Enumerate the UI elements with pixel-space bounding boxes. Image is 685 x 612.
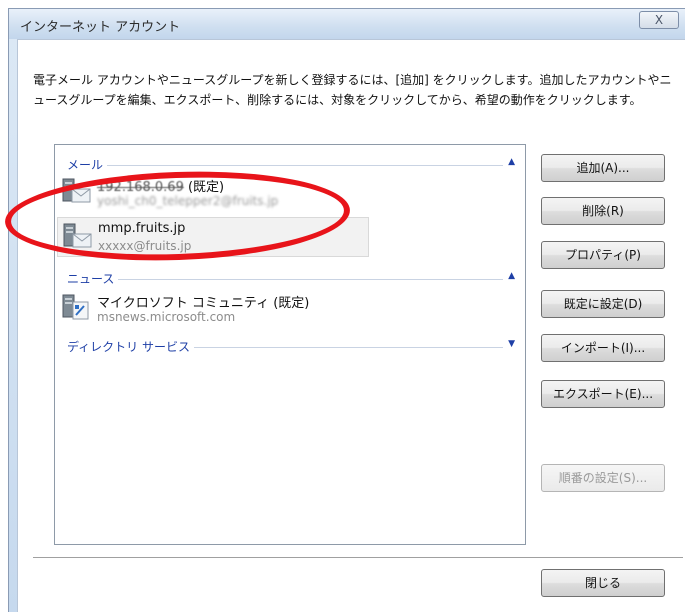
- add-button[interactable]: 追加(A)...: [541, 154, 665, 182]
- account-name: 192.168.0.69 (既定): [97, 180, 225, 195]
- mail-server-icon: [62, 178, 91, 203]
- group-label-directory: ディレクトリ サービス: [67, 338, 194, 355]
- account-name: mmp.fruits.jp: [98, 221, 186, 236]
- group-header-news[interactable]: ニュース ▲: [55, 269, 525, 289]
- internet-accounts-dialog: インターネット アカウント X 電子メール アカウントやニュースグループを新しく…: [8, 8, 685, 612]
- news-server-icon: [62, 294, 89, 320]
- account-item-mail-2[interactable]: mmp.fruits.jp xxxxx@fruits.jp: [57, 217, 369, 257]
- set-default-button[interactable]: 既定に設定(D): [541, 290, 665, 318]
- account-address: msnews.microsoft.com: [97, 310, 236, 324]
- group-divider: [67, 279, 503, 280]
- title-bar: インターネット アカウント X: [9, 9, 685, 39]
- chevron-up-icon[interactable]: ▲: [508, 271, 515, 281]
- close-icon: X: [654, 13, 664, 27]
- group-header-directory[interactable]: ディレクトリ サービス ▼: [55, 337, 525, 357]
- close-window-button[interactable]: X: [639, 11, 679, 29]
- chevron-up-icon[interactable]: ▲: [508, 157, 515, 167]
- account-list[interactable]: メール ▲ 192.168.0.69 (既定) yoshi_ch0_telepp…: [54, 144, 526, 545]
- mail-server-icon: [63, 223, 92, 248]
- account-address: yoshi_ch0_telepper2@fruits.jp: [97, 194, 279, 208]
- set-order-button[interactable]: 順番の設定(S)...: [541, 464, 665, 492]
- group-header-mail[interactable]: メール ▲: [55, 155, 525, 175]
- export-button[interactable]: エクスポート(E)...: [541, 380, 665, 408]
- remove-button[interactable]: 削除(R): [541, 197, 665, 225]
- account-item-mail-1[interactable]: 192.168.0.69 (既定) yoshi_ch0_telepper2@fr…: [57, 173, 369, 213]
- properties-button[interactable]: プロパティ(P): [541, 241, 665, 269]
- dialog-body: 電子メール アカウントやニュースグループを新しく登録するには、[追加] をクリッ…: [17, 39, 685, 612]
- close-button[interactable]: 閉じる: [541, 569, 665, 597]
- import-button[interactable]: インポート(I)...: [541, 334, 665, 362]
- instructions-text: 電子メール アカウントやニュースグループを新しく登録するには、[追加] をクリッ…: [33, 73, 672, 107]
- account-item-news-1[interactable]: マイクロソフト コミュニティ (既定) msnews.microsoft.com: [57, 289, 369, 329]
- account-name: マイクロソフト コミュニティ (既定): [97, 296, 310, 311]
- divider: [33, 557, 683, 561]
- chevron-down-icon[interactable]: ▼: [508, 339, 515, 349]
- group-label-mail: メール: [67, 156, 108, 173]
- group-label-news: ニュース: [67, 270, 119, 287]
- window-title: インターネット アカウント: [20, 20, 181, 35]
- account-address: xxxxx@fruits.jp: [98, 239, 192, 253]
- group-divider: [67, 165, 503, 166]
